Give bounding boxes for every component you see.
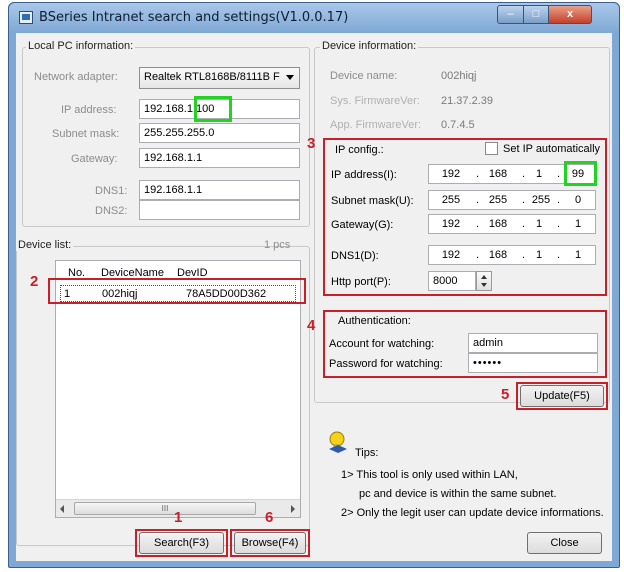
app-firmware-value: 0.7.4.5: [441, 119, 475, 131]
local-ip-label: IP address:: [61, 104, 117, 116]
local-gateway-label: Gateway:: [71, 153, 118, 165]
account-field[interactable]: admin: [468, 333, 598, 353]
scroll-thumb[interactable]: III: [74, 502, 256, 515]
gateway-octet-3[interactable]: 1: [527, 218, 551, 230]
spin-up-icon[interactable]: [481, 275, 487, 279]
sys-firmware-label: Sys. FirmwareVer:: [330, 95, 420, 107]
dns1-octet-1[interactable]: 192: [435, 249, 467, 261]
tips-line-2: pc and device is within the same subnet.: [359, 488, 557, 500]
local-dns1-label: DNS1:: [95, 185, 128, 197]
app-window: BSeries Intranet search and settings(V1.…: [8, 2, 620, 568]
local-subnet-field[interactable]: 255.255.255.0: [139, 123, 300, 143]
dns1-label: DNS1(D):: [331, 250, 379, 262]
set-ip-auto-checkbox[interactable]: [485, 142, 498, 155]
gateway-octet-4[interactable]: 1: [566, 218, 590, 230]
gateway-octet-1[interactable]: 192: [435, 218, 467, 230]
subnet-octet-1[interactable]: 255: [435, 194, 467, 206]
gateway-label: Gateway(G):: [331, 219, 394, 231]
subnet-mask-label: Subnet mask(U):: [331, 195, 414, 207]
local-dns2-label: DNS2:: [95, 205, 128, 217]
tips-icon: [327, 431, 349, 453]
network-adapter-select[interactable]: Realtek RTL8168B/8111B F: [139, 67, 300, 89]
device-name-label: Device name:: [330, 70, 398, 82]
dns1-octet-2[interactable]: 168: [482, 249, 514, 261]
device-name-value: 002hiqj: [441, 70, 477, 82]
tips-line-3: 2> Only the legit user can update device…: [341, 507, 604, 519]
update-button[interactable]: Update(F5): [520, 385, 604, 407]
annotation-number-6: 6: [265, 509, 274, 526]
network-adapter-value: Realtek RTL8168B/8111B F: [144, 71, 280, 83]
dns1-input[interactable]: 192 . 168 . 1 . 1: [428, 245, 596, 265]
local-dns1-field[interactable]: 192.168.1.1: [139, 180, 300, 200]
dns1-octet-4[interactable]: 1: [566, 249, 590, 261]
gateway-octet-2[interactable]: 168: [482, 218, 514, 230]
device-info-title: Device information:: [320, 40, 419, 52]
close-window-button[interactable]: x: [548, 5, 592, 24]
http-port-spinner[interactable]: [476, 271, 492, 291]
close-button[interactable]: Close: [527, 532, 602, 554]
annotation-number-2: 2: [30, 273, 39, 290]
device-count: 1 pcs: [264, 239, 291, 251]
search-button[interactable]: Search(F3): [139, 532, 224, 554]
maximize-button[interactable]: □: [523, 5, 549, 24]
local-gateway-field[interactable]: 192.168.1.1: [139, 148, 300, 168]
local-ip-highlight: [194, 96, 232, 122]
annotation-number-3: 3: [307, 135, 316, 152]
ip-config-title: IP config.:: [335, 144, 384, 156]
password-label: Password for watching:: [329, 358, 443, 370]
ip-octet-2[interactable]: 168: [482, 168, 514, 180]
subnet-octet-2[interactable]: 255: [482, 194, 514, 206]
local-dns2-field[interactable]: [139, 200, 300, 220]
tips-title: Tips:: [355, 447, 379, 459]
scroll-left-icon[interactable]: [60, 505, 64, 513]
annotation-number-1: 1: [174, 509, 183, 526]
ip-octet-1[interactable]: 192: [435, 168, 467, 180]
gateway-input[interactable]: 192 . 168 . 1 . 1: [428, 214, 596, 234]
annotation-box-2: [48, 278, 306, 304]
password-field[interactable]: ••••••: [468, 353, 598, 373]
device-ip-highlight: [564, 161, 597, 186]
device-list-title: Device list:: [16, 239, 74, 251]
set-ip-auto-label: Set IP automatically: [503, 143, 601, 155]
app-icon: [19, 11, 33, 24]
scroll-right-icon[interactable]: [291, 505, 295, 513]
local-subnet-label: Subnet mask:: [52, 128, 120, 140]
chevron-down-icon: [286, 75, 294, 80]
subnet-octet-3[interactable]: 255: [527, 194, 555, 206]
annotation-number-5: 5: [501, 386, 510, 403]
annotation-number-4: 4: [307, 317, 316, 334]
spin-down-icon[interactable]: [481, 283, 487, 287]
browse-button[interactable]: Browse(F4): [234, 532, 306, 554]
account-label: Account for watching:: [329, 338, 435, 350]
dns1-octet-3[interactable]: 1: [527, 249, 551, 261]
local-pc-group-title: Local PC information:: [26, 40, 136, 52]
network-adapter-label: Network adapter:: [34, 71, 118, 83]
http-port-field[interactable]: 8000: [428, 271, 476, 291]
minimize-button[interactable]: –: [497, 5, 524, 24]
subnet-mask-input[interactable]: 255 . 255 . 255 . 0: [428, 190, 596, 210]
title-bar[interactable]: BSeries Intranet search and settings(V1.…: [9, 3, 619, 33]
http-port-label: Http port(P):: [331, 276, 391, 288]
tips-line-1: 1> This tool is only used within LAN,: [341, 469, 518, 481]
subnet-octet-4[interactable]: 0: [566, 194, 590, 206]
sys-firmware-value: 21.37.2.39: [441, 95, 493, 107]
app-firmware-label: App. FirmwareVer:: [330, 119, 422, 131]
client-area: Local PC information: Network adapter: R…: [16, 33, 612, 561]
authentication-title: Authentication:: [338, 315, 411, 327]
window-title: BSeries Intranet search and settings(V1.…: [39, 10, 349, 25]
ip-address-label: IP address(I):: [331, 169, 397, 181]
ip-octet-3[interactable]: 1: [527, 168, 551, 180]
